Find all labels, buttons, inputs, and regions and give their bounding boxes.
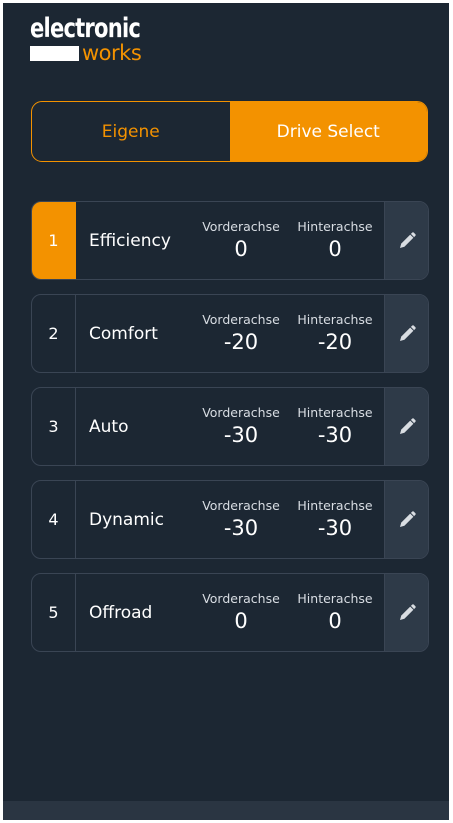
mode-number: 2 xyxy=(32,295,76,372)
mode-card-auto[interactable]: 3 Auto Vorderachse -30 Hinterachse -30 xyxy=(31,387,429,466)
rear-axle-value: -30 xyxy=(317,516,353,540)
mode-number: 3 xyxy=(32,388,76,465)
mode-name: Offroad xyxy=(89,602,153,623)
rear-axle-label: Hinterachse xyxy=(297,591,373,606)
logo-line-works: works xyxy=(30,42,171,64)
rear-axle: Hinterachse 0 xyxy=(288,202,382,279)
rear-axle: Hinterachse -30 xyxy=(288,388,382,465)
toggle-option-drive-select[interactable]: Drive Select xyxy=(229,102,427,161)
pencil-icon xyxy=(399,417,416,434)
mode-card-efficiency[interactable]: 1 Efficiency Vorderachse 0 Hinterachse 0 xyxy=(31,201,429,280)
front-axle: Vorderachse 0 xyxy=(194,574,288,651)
mode-card-dynamic[interactable]: 4 Dynamic Vorderachse -30 Hinterachse -3… xyxy=(31,480,429,559)
front-axle: Vorderachse 0 xyxy=(194,202,288,279)
edit-button[interactable] xyxy=(384,295,428,372)
edit-button[interactable] xyxy=(384,202,428,279)
mode-source-toggle: Eigene Drive Select xyxy=(31,101,428,162)
mode-name: Auto xyxy=(89,416,129,437)
mode-name: Efficiency xyxy=(89,230,171,251)
rear-axle: Hinterachse -20 xyxy=(288,295,382,372)
rear-axle-label: Hinterachse xyxy=(297,219,373,234)
front-axle-value: -30 xyxy=(223,516,259,540)
mode-name: Dynamic xyxy=(89,509,164,530)
mode-name: Comfort xyxy=(89,323,158,344)
front-axle-value: 0 xyxy=(234,609,248,633)
front-axle-label: Vorderachse xyxy=(202,312,280,327)
pencil-icon xyxy=(399,510,416,527)
rear-axle-value: -20 xyxy=(317,330,353,354)
pencil-icon xyxy=(399,324,416,341)
rear-axle-label: Hinterachse xyxy=(297,405,373,420)
rear-axle-label: Hinterachse xyxy=(297,312,373,327)
rear-axle: Hinterachse 0 xyxy=(288,574,382,651)
rear-axle: Hinterachse -30 xyxy=(288,481,382,558)
front-axle-label: Vorderachse xyxy=(202,219,280,234)
logo-block xyxy=(30,45,79,61)
pencil-icon xyxy=(399,603,416,620)
rear-axle-label: Hinterachse xyxy=(297,498,373,513)
front-axle-label: Vorderachse xyxy=(202,498,280,513)
front-axle-label: Vorderachse xyxy=(202,591,280,606)
mode-number: 4 xyxy=(32,481,76,558)
front-axle-label: Vorderachse xyxy=(202,405,280,420)
logo-text-works: works xyxy=(82,41,142,65)
edit-button[interactable] xyxy=(384,574,428,651)
mode-card-comfort[interactable]: 2 Comfort Vorderachse -20 Hinterachse -2… xyxy=(31,294,429,373)
front-axle: Vorderachse -30 xyxy=(194,388,288,465)
front-axle-value: -30 xyxy=(223,423,259,447)
rear-axle-value: -30 xyxy=(317,423,353,447)
front-axle: Vorderachse -30 xyxy=(194,481,288,558)
bottom-bar xyxy=(3,801,449,820)
brand-logo: electronic works xyxy=(30,14,171,64)
mode-number: 1 xyxy=(32,202,76,279)
edit-button[interactable] xyxy=(384,481,428,558)
rear-axle-value: 0 xyxy=(328,237,342,261)
mode-number: 5 xyxy=(32,574,76,651)
toggle-option-eigene[interactable]: Eigene xyxy=(32,102,230,161)
front-axle-value: 0 xyxy=(234,237,248,261)
pencil-icon xyxy=(399,231,416,248)
rear-axle-value: 0 xyxy=(328,609,342,633)
front-axle: Vorderachse -20 xyxy=(194,295,288,372)
edit-button[interactable] xyxy=(384,388,428,465)
logo-text-electronic: electronic xyxy=(30,13,141,44)
mode-card-offroad[interactable]: 5 Offroad Vorderachse 0 Hinterachse 0 xyxy=(31,573,429,652)
front-axle-value: -20 xyxy=(223,330,259,354)
